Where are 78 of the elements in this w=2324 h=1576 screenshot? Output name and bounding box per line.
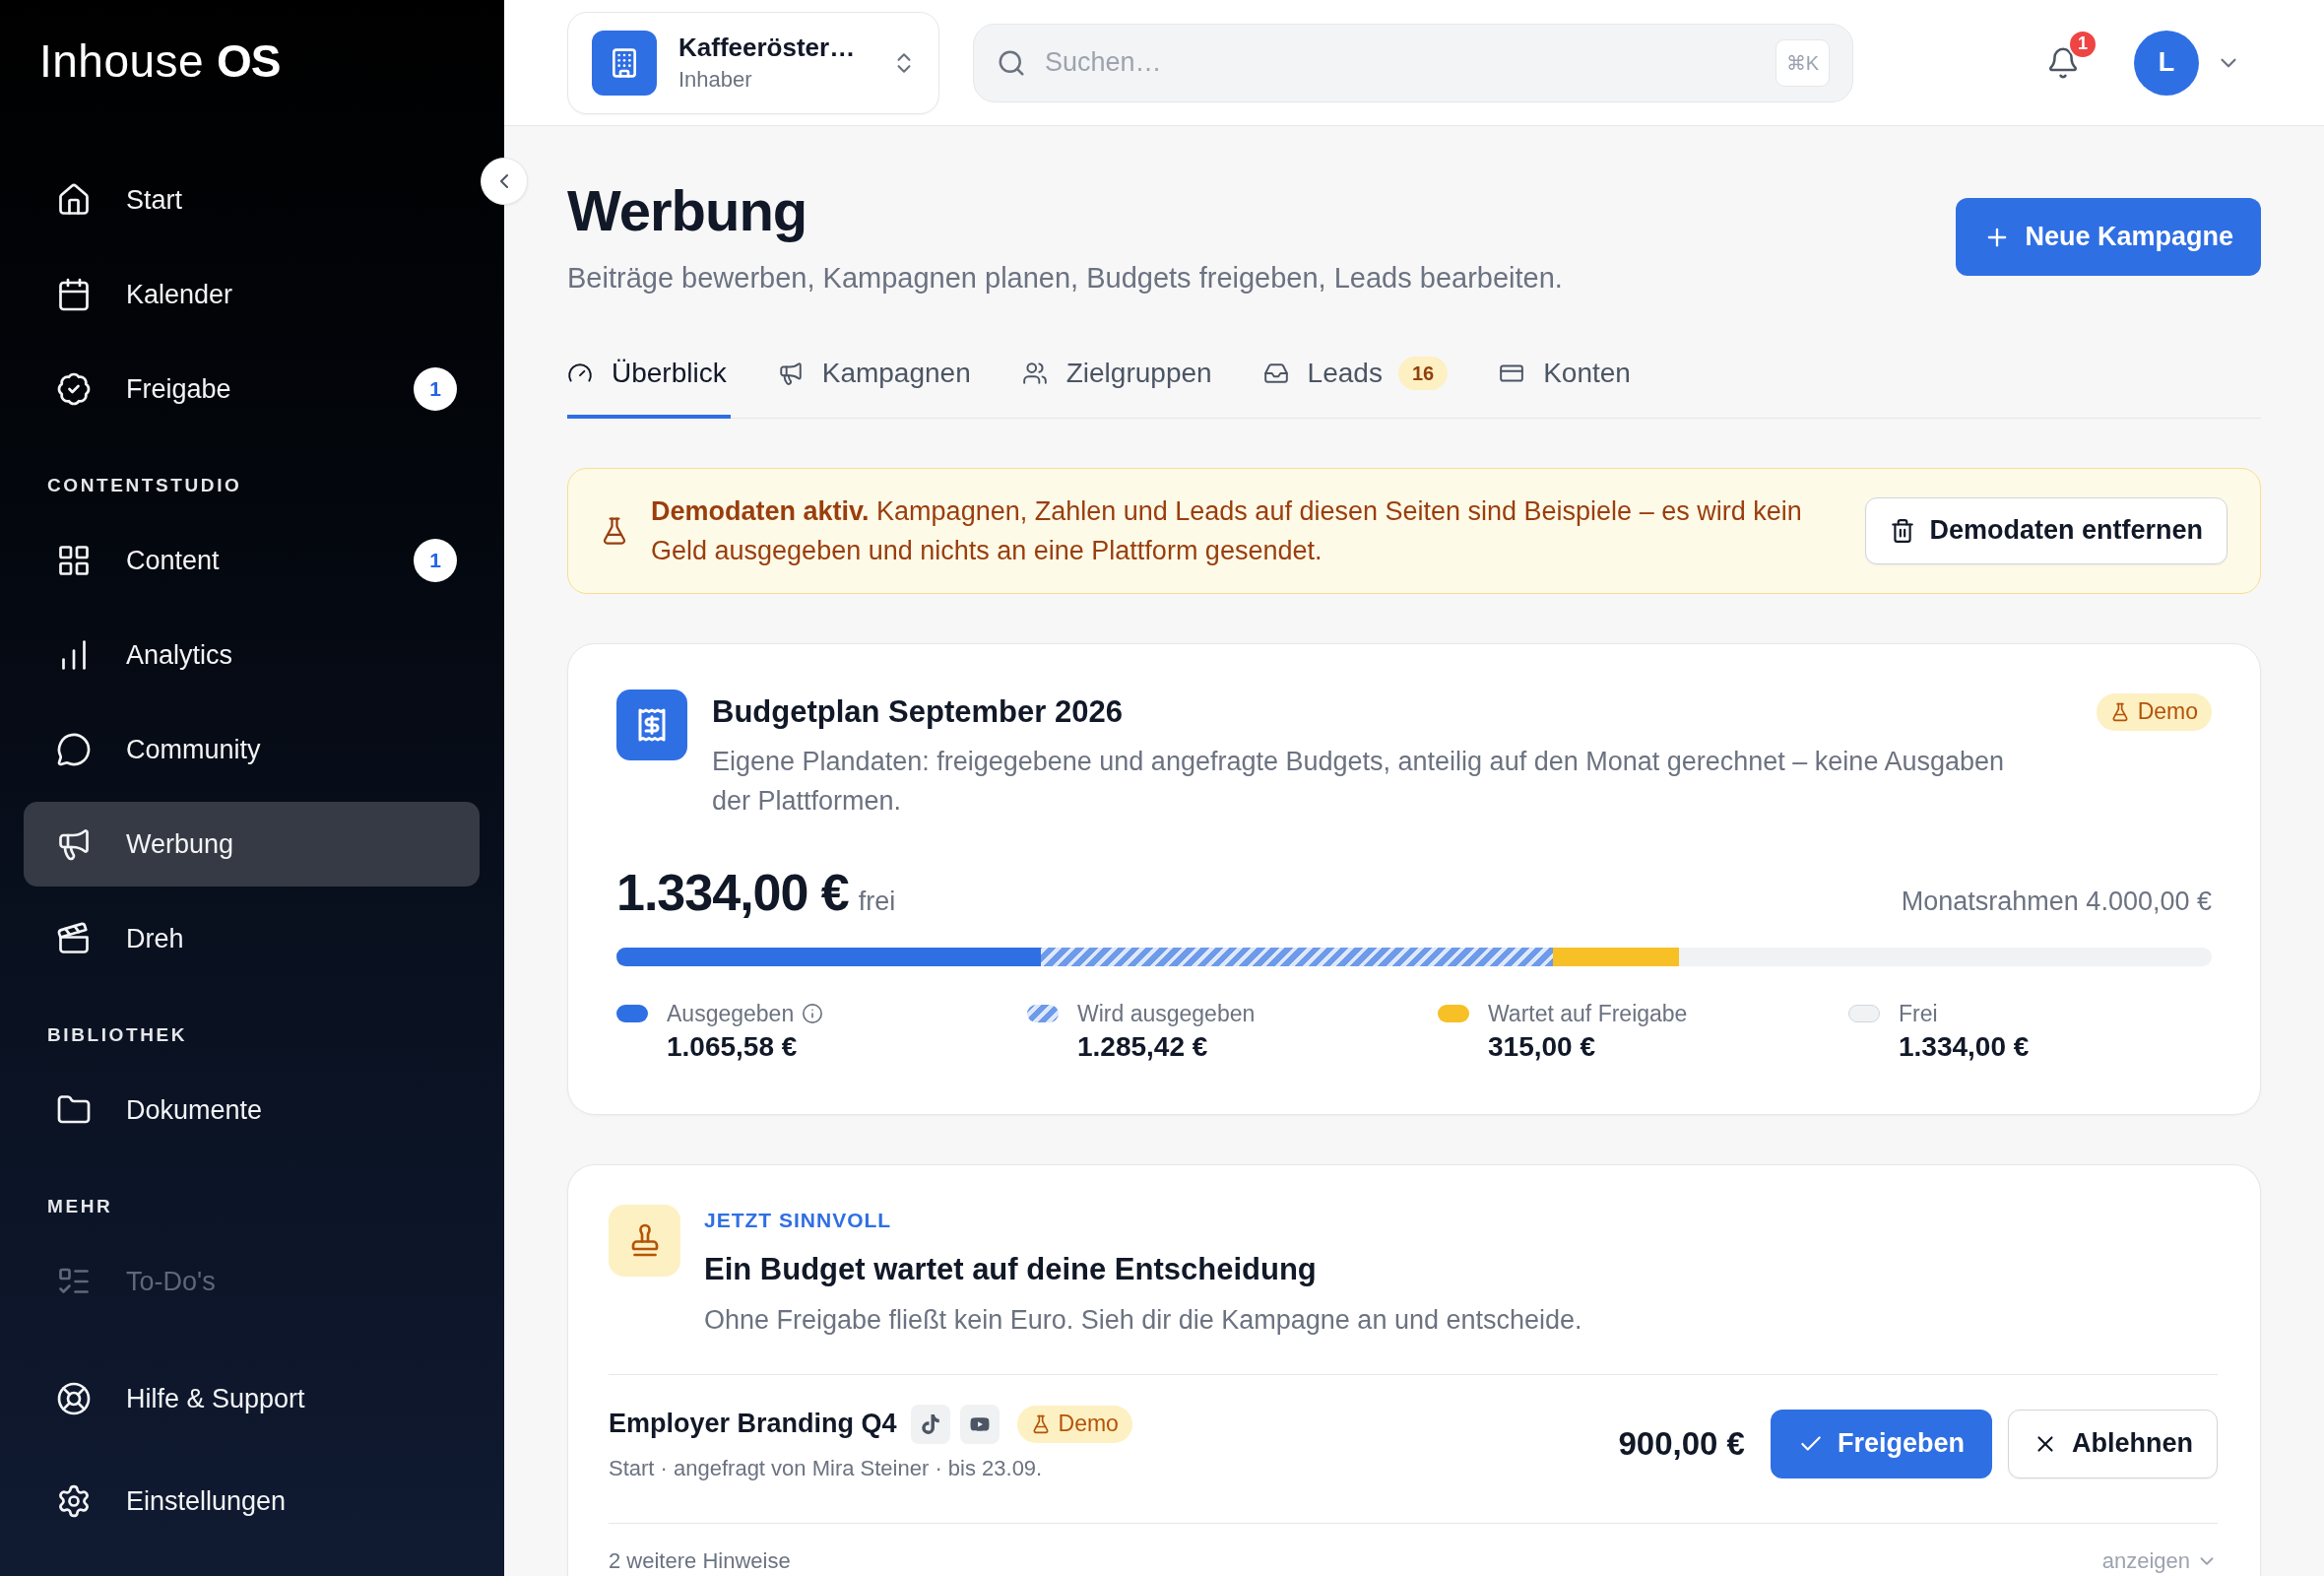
count-badge: 16 (1397, 357, 1449, 390)
lifebuoy-icon (56, 1381, 92, 1416)
nav-item[interactable]: Analytics (24, 613, 480, 697)
notification-count: 1 (2068, 29, 2098, 59)
info-icon (802, 1002, 824, 1024)
tab[interactable]: Konten (1499, 342, 1635, 419)
approve-button[interactable]: Freigeben (1770, 1409, 1992, 1478)
page-subtitle: Beiträge bewerben, Kampagnen planen, Budgets freigeben, Leads bearbeiten. (567, 261, 1563, 296)
clapperboard-icon (56, 921, 92, 956)
nav-item[interactable]: Dokumente (24, 1068, 480, 1152)
demo-badge: Demo (1016, 1405, 1132, 1443)
building-icon (592, 30, 657, 96)
reject-button[interactable]: Ablehnen (2008, 1409, 2218, 1478)
page-title: Werbung (567, 177, 807, 244)
eyebrow-label: JETZT SINNVOLL (704, 1207, 892, 1233)
users-icon (1021, 361, 1048, 386)
bell-icon (2046, 45, 2080, 80)
nav-item[interactable]: Kalender (24, 252, 480, 337)
nav-item[interactable]: Hilfe & Support (24, 1356, 480, 1441)
tab[interactable]: Kampagnen (777, 342, 975, 419)
section-heading: MEHR (46, 1195, 113, 1218)
calendar-icon (56, 277, 92, 312)
legend-value: 1.285,42 € (1077, 1029, 1208, 1064)
card-description: Eigene Plandaten: freigegebene und angefragte Budgets, anteilig auf den Monat gerechnet – keine Ausgaben der Plattformen. (712, 745, 2006, 818)
home-icon (56, 182, 92, 218)
trash-icon (1890, 517, 1916, 544)
app-logo: Inhouse OS (39, 34, 281, 88)
card-title: Budgetplan September 2026 (712, 692, 1123, 731)
inbox-icon (1262, 361, 1289, 386)
demo-notice-text: Demodaten aktiv. Kampagnen, Zahlen und Leads auf diesen Seiten sind Beispiele – es wird kein Geld ausgegeben und nichts an eine Plattform gesendet. (651, 494, 1803, 567)
legend-value: 315,00 € (1488, 1029, 1595, 1064)
legend-value: 1.065,58 € (667, 1029, 798, 1064)
youtube-icon (959, 1404, 1000, 1444)
nav-item[interactable]: Werbung (24, 802, 480, 886)
legend-label: Frei (1899, 999, 1938, 1028)
monthly-limit: Monatsrahmen 4.000,00 € (1901, 886, 2212, 917)
legend-label: Wird ausgegeben (1077, 999, 1256, 1028)
nav-item[interactable]: Start (24, 158, 480, 242)
workspace-role: Inhaber (678, 67, 752, 93)
nav-item[interactable]: Einstellungen (24, 1459, 480, 1543)
section-heading: BIBLIOTHEK (46, 1023, 188, 1047)
keyboard-shortcut: ⌘K (1775, 38, 1830, 87)
settings-icon (56, 1483, 92, 1519)
workspace-switcher[interactable]: Kaffeeröster… Inhaber (567, 11, 939, 114)
nav-item[interactable]: Freigabe 1 (24, 347, 480, 431)
nav-item[interactable]: Dreh (24, 896, 480, 981)
megaphone-icon (777, 361, 804, 386)
free-label: frei (858, 886, 896, 917)
megaphone-icon (56, 826, 92, 862)
card-title: Ein Budget wartet auf deine Entscheidung (704, 1250, 1317, 1288)
receipt-icon (616, 689, 687, 760)
legend-value: 1.334,00 € (1899, 1029, 2030, 1064)
free-amount: 1.334,00 € (616, 862, 849, 923)
grid-icon (56, 543, 92, 578)
new-campaign-button[interactable]: Neue Kampagne (1956, 198, 2261, 276)
remove-demo-data-button[interactable]: Demodaten entfernen (1865, 496, 2227, 564)
campaign-name: Employer Branding Q4 (609, 1409, 897, 1439)
card-description: Ohne Freigabe fließt kein Euro. Sieh dir die Kampagne an und entscheide. (704, 1303, 1582, 1337)
campaign-amount: 900,00 € (1618, 1424, 1745, 1463)
nav-item[interactable]: Community (24, 707, 480, 792)
user-avatar[interactable]: L (2134, 30, 2199, 96)
count-badge: 1 (414, 539, 457, 582)
demo-badge: Demo (2096, 692, 2212, 731)
section-heading: CONTENTSTUDIO (46, 474, 242, 497)
count-badge: 1 (414, 367, 457, 411)
more-hints-text: 2 weitere Hinweise (609, 1546, 791, 1575)
tiktok-icon (910, 1404, 950, 1444)
workspace-name: Kaffeeröster… (678, 33, 856, 63)
tab[interactable]: Leads 16 (1262, 342, 1452, 419)
nav-item[interactable]: Content 1 (24, 518, 480, 603)
stamp-icon (609, 1204, 680, 1277)
legend-label: Ausgegeben (667, 997, 824, 1029)
legend-label: Wartet auf Freigabe (1488, 999, 1688, 1028)
tab[interactable]: Zielgruppen (1021, 342, 1216, 419)
speech-bubble-icon (56, 732, 92, 767)
tab[interactable]: Überblick (567, 342, 731, 419)
campaign-meta: Start · angefragt von Mira Steiner · bis 23.09. (609, 1454, 1043, 1482)
check-badge-icon (56, 371, 92, 407)
